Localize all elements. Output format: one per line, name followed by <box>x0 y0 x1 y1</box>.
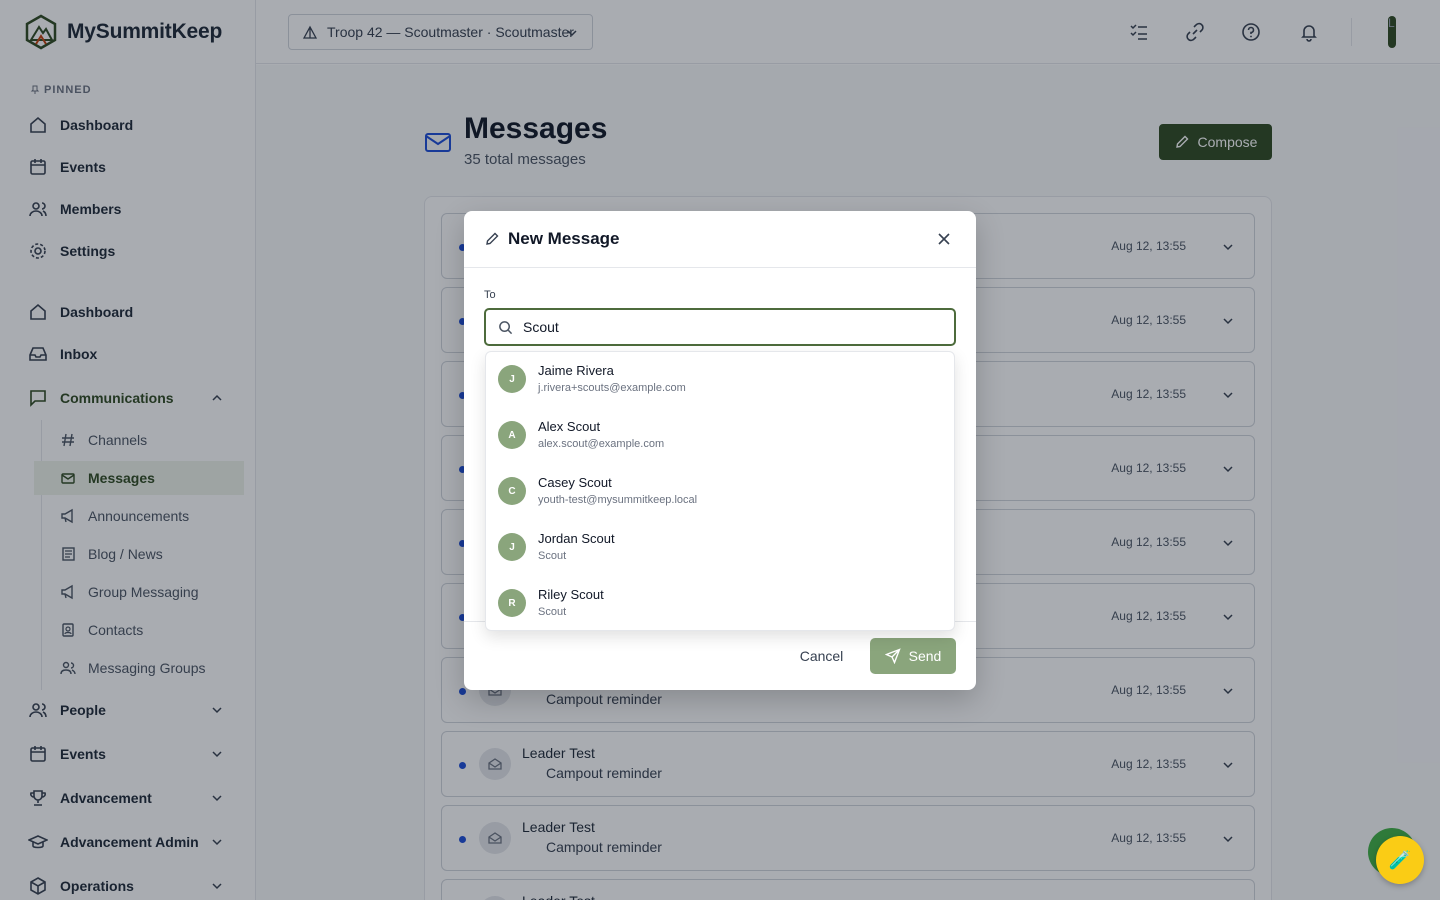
recipient-suggestions: J Jaime Rivera j.rivera+scouts@example.com… <box>485 351 955 631</box>
send-icon <box>884 648 901 664</box>
recipient-search-input[interactable] <box>523 319 923 335</box>
dialog-footer: Cancel Send <box>464 621 976 690</box>
avatar: A <box>498 421 526 449</box>
recipient-option[interactable]: J Jaime Rivera j.rivera+scouts@example.com <box>486 352 954 408</box>
avatar: J <box>498 533 526 561</box>
test-tube-icon: 🧪 <box>1388 849 1412 870</box>
recipient-option[interactable]: R Riley Scout Scout <box>486 576 954 630</box>
recipient-name: Alex Scout <box>538 419 601 434</box>
dialog-header: New Message <box>464 211 976 268</box>
recipient-detail: j.rivera+scouts@example.com <box>538 382 686 394</box>
search-icon <box>499 320 513 334</box>
recipient-detail: Scout <box>538 550 567 562</box>
recipient-name: Jaime Rivera <box>538 363 614 378</box>
cancel-button[interactable]: Cancel <box>784 638 859 674</box>
to-field-label: To <box>484 289 496 301</box>
avatar: R <box>498 589 526 617</box>
recipient-search-field[interactable] <box>484 308 956 346</box>
recipient-detail: Scout <box>538 606 567 618</box>
recipient-name: Riley Scout <box>538 587 604 602</box>
avatar: J <box>498 365 526 393</box>
recipient-detail: alex.scout@example.com <box>538 438 665 450</box>
avatar: C <box>498 477 526 505</box>
recipient-option[interactable]: C Casey Scout youth-test@mysummitkeep.loca… <box>486 464 954 520</box>
send-button[interactable]: Send <box>870 638 956 674</box>
recipient-option[interactable]: A Alex Scout alex.scout@example.com <box>486 408 954 464</box>
test-tube-fab-button[interactable]: 🧪 <box>1376 836 1424 884</box>
pencil-icon <box>486 232 499 245</box>
recipient-option[interactable]: J Jordan Scout Scout <box>486 520 954 576</box>
close-icon[interactable] <box>936 231 952 247</box>
recipient-detail: youth-test@mysummitkeep.local <box>538 494 698 506</box>
dialog-title: New Message <box>508 229 620 248</box>
recipient-name: Casey Scout <box>538 475 612 490</box>
recipient-name: Jordan Scout <box>538 531 615 546</box>
